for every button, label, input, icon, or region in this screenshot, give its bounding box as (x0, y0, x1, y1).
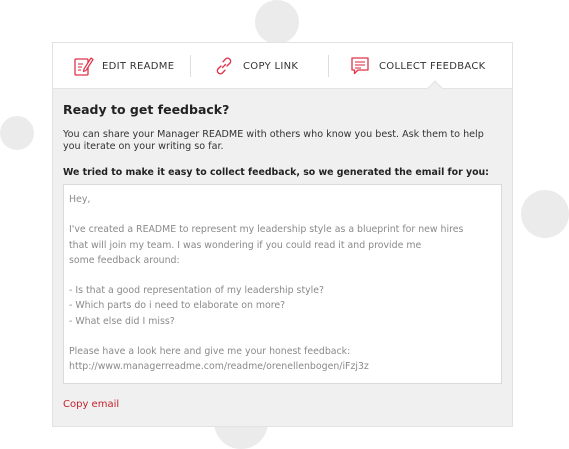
email-line (69, 329, 496, 344)
copy-email-link[interactable]: Copy email (63, 399, 119, 410)
email-line: Hey, (69, 194, 91, 205)
edit-document-icon (74, 57, 94, 76)
email-line: - Is that a good representation of my le… (69, 285, 325, 297)
panel-title: Ready to get feedback? (63, 102, 230, 117)
tab-collect-feedback[interactable]: COLLECT FEEDBACK (349, 43, 486, 89)
tab-copy-link[interactable]: COPY LINK (213, 43, 298, 89)
email-line (69, 207, 496, 222)
email-textarea[interactable]: Hey, I've created a README to represent … (63, 184, 502, 384)
tab-bar: EDIT README COPY LINK COLLECT FEEDBACK (53, 43, 512, 89)
tab-collect-feedback-label: COLLECT FEEDBACK (379, 60, 486, 72)
email-line: - What else did I miss? (69, 315, 175, 327)
tab-divider (328, 55, 329, 77)
email-line: http://www.managerreadme.com/readme/oren… (69, 361, 369, 373)
email-line: that will join my team. I was wondering … (69, 239, 422, 251)
feedback-card: EDIT README COPY LINK COLLECT FEEDBACK R… (52, 42, 513, 427)
chat-bubble-icon (351, 57, 369, 75)
tab-edit-readme[interactable]: EDIT README (72, 43, 174, 89)
email-line: Please have a look here and give me your… (69, 345, 351, 357)
email-intro: We tried to make it easy to collect feed… (63, 167, 489, 178)
tab-copy-link-label: COPY LINK (243, 60, 299, 72)
email-line (69, 268, 496, 283)
email-line: I've created a README to represent my le… (69, 224, 464, 236)
decorative-circle (521, 190, 569, 238)
panel-description: You can share your Manager README with o… (63, 129, 484, 152)
email-line: some feedback around: (69, 254, 180, 266)
link-icon (216, 57, 232, 75)
decorative-circle (0, 116, 34, 150)
email-line: - Which parts do i need to elaborate on … (69, 300, 286, 312)
decorative-circle (255, 0, 299, 44)
tab-divider (190, 55, 191, 77)
tab-edit-readme-label: EDIT README (102, 60, 175, 72)
